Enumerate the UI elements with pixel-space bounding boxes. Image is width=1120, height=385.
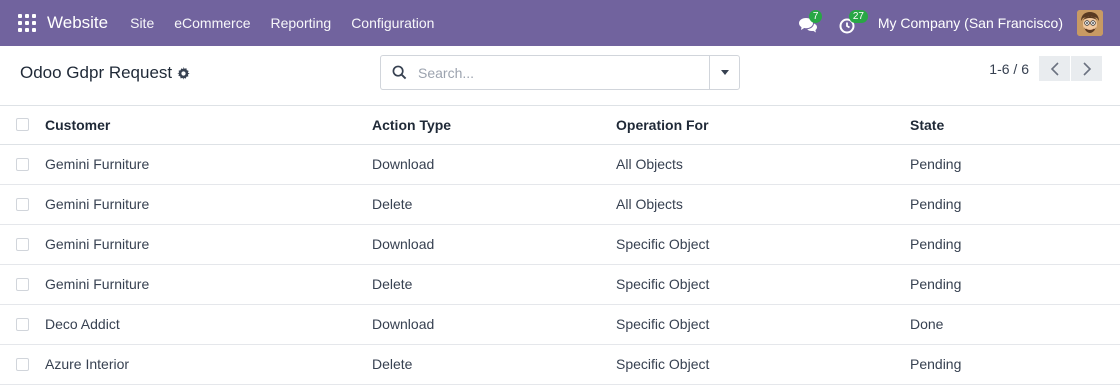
search-options-toggle[interactable] xyxy=(709,56,739,89)
messages-button[interactable]: 7 xyxy=(798,10,823,34)
row-checkbox[interactable] xyxy=(16,317,29,331)
row-checkbox[interactable] xyxy=(16,237,29,251)
table-row[interactable]: Deco Addict Download Specific Object Done xyxy=(0,304,1120,345)
cell-action-type: Delete xyxy=(372,264,616,305)
activities-count-badge: 27 xyxy=(848,10,868,23)
user-avatar[interactable] xyxy=(1077,10,1103,36)
pager: 1-6 / 6 xyxy=(989,56,1102,81)
menu-item-ecommerce[interactable]: eCommerce xyxy=(164,15,260,31)
table-row[interactable]: Gemini Furniture Delete Specific Object Pen… xyxy=(0,264,1120,305)
table-row[interactable]: Gemini Furniture Delete All Objects Pending xyxy=(0,184,1120,225)
company-switcher[interactable]: My Company (San Francisco) xyxy=(878,15,1063,31)
search-icon xyxy=(392,65,407,80)
menu-item-configuration[interactable]: Configuration xyxy=(341,15,444,31)
row-select-cell xyxy=(0,304,45,345)
row-select-cell xyxy=(0,264,45,305)
search-input[interactable] xyxy=(418,64,698,81)
cell-state: Pending xyxy=(910,224,1120,265)
row-select-cell xyxy=(0,224,45,265)
column-header-customer[interactable]: Customer xyxy=(45,106,372,145)
select-all-checkbox[interactable] xyxy=(16,118,29,132)
cell-operation-for: Specific Object xyxy=(616,264,910,305)
chevron-left-icon xyxy=(1050,61,1059,76)
control-panel: Odoo Gdpr Request 1-6 / 6 xyxy=(0,46,1120,106)
row-select-cell xyxy=(0,184,45,225)
row-checkbox[interactable] xyxy=(16,197,29,211)
cell-action-type: Download xyxy=(372,304,616,345)
cell-state: Pending xyxy=(910,144,1120,185)
cell-customer: Azure Interior xyxy=(45,344,372,385)
cell-state: Pending xyxy=(910,184,1120,225)
row-select-cell xyxy=(0,144,45,185)
activities-button[interactable]: 27 xyxy=(838,10,868,34)
page-title: Odoo Gdpr Request xyxy=(20,63,173,82)
cell-operation-for: All Objects xyxy=(616,184,910,225)
cell-customer: Gemini Furniture xyxy=(45,264,372,305)
cell-operation-for: Specific Object xyxy=(616,304,910,345)
row-checkbox[interactable] xyxy=(16,357,29,371)
pager-previous-button[interactable] xyxy=(1039,56,1070,81)
pager-next-button[interactable] xyxy=(1071,56,1102,81)
table-row[interactable]: Azure Interior Delete Specific Object Pendi… xyxy=(0,344,1120,385)
row-select-cell xyxy=(0,344,45,385)
cell-action-type: Delete xyxy=(372,344,616,385)
cell-action-type: Delete xyxy=(372,184,616,225)
column-header-state[interactable]: State xyxy=(910,106,1120,145)
caret-down-icon xyxy=(720,70,729,75)
row-checkbox[interactable] xyxy=(16,157,29,171)
app-brand[interactable]: Website xyxy=(47,13,108,33)
column-header-operation-for[interactable]: Operation For xyxy=(616,106,910,145)
table-row[interactable]: Gemini Furniture Download Specific Object P… xyxy=(0,224,1120,265)
apps-menu-icon[interactable] xyxy=(18,14,36,32)
chevron-right-icon xyxy=(1082,61,1091,76)
cell-operation-for: Specific Object xyxy=(616,224,910,265)
cell-state: Pending xyxy=(910,264,1120,305)
cell-operation-for: All Objects xyxy=(616,144,910,185)
cell-customer: Deco Addict xyxy=(45,304,372,345)
column-header-action-type[interactable]: Action Type xyxy=(372,106,616,145)
select-all-cell xyxy=(0,106,45,145)
gear-icon[interactable] xyxy=(177,67,190,80)
gdpr-request-list: Customer Action Type Operation For State… xyxy=(0,106,1120,385)
cell-customer: Gemini Furniture xyxy=(45,184,372,225)
cell-action-type: Download xyxy=(372,144,616,185)
pager-value[interactable]: 1-6 / 6 xyxy=(989,61,1029,77)
cell-action-type: Download xyxy=(372,224,616,265)
menu-item-site[interactable]: Site xyxy=(120,15,164,31)
menu-item-reporting[interactable]: Reporting xyxy=(260,15,341,31)
row-checkbox[interactable] xyxy=(16,277,29,291)
table-header-row: Customer Action Type Operation For State xyxy=(0,106,1120,145)
table-row[interactable]: Gemini Furniture Download All Objects Pendi… xyxy=(0,144,1120,185)
search-bar xyxy=(380,55,740,90)
cell-customer: Gemini Furniture xyxy=(45,224,372,265)
messages-count-badge: 7 xyxy=(808,10,823,23)
breadcrumb: Odoo Gdpr Request xyxy=(20,63,190,83)
cell-operation-for: Specific Object xyxy=(616,344,910,385)
cell-customer: Gemini Furniture xyxy=(45,144,372,185)
cell-state: Done xyxy=(910,304,1120,345)
cell-state: Pending xyxy=(910,344,1120,385)
top-navbar: Website Site eCommerce Reporting Configu… xyxy=(0,0,1120,46)
